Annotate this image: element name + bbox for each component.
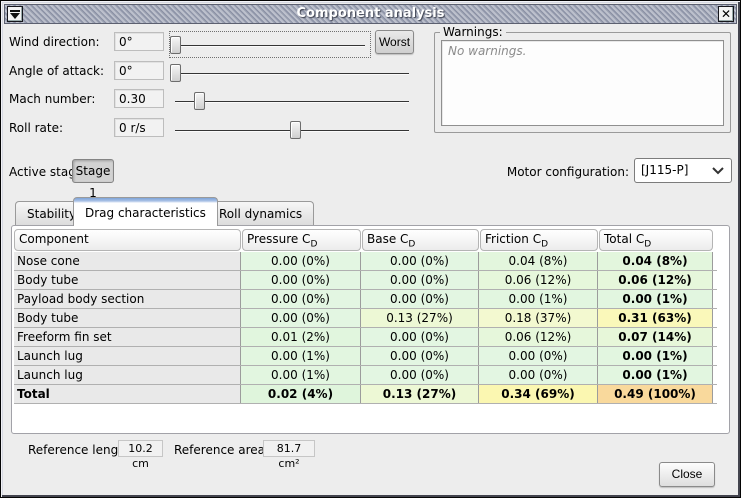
wind-direction-field[interactable]: 0° [114, 32, 164, 51]
base-cell: 0.00 (0%) [361, 328, 479, 346]
mach-number-field[interactable]: 0.30 [114, 89, 164, 108]
pressure-cell: 0.00 (0%) [241, 290, 361, 308]
total-cell: 0.00 (1%) [598, 366, 713, 384]
mach-number-slider[interactable] [170, 88, 414, 115]
tab-roll-dynamics[interactable]: Roll dynamics [207, 201, 314, 226]
component-cell: Freeform fin set [14, 328, 241, 346]
slider-track [175, 45, 365, 46]
base-cell: 0.00 (0%) [361, 271, 479, 289]
table-row: Payload body section 0.00 (0%) 0.00 (0%)… [14, 290, 717, 309]
pressure-cell: 0.02 (4%) [241, 385, 361, 403]
table-row: Body tube 0.00 (0%) 0.13 (27%) 0.18 (37%… [14, 309, 717, 328]
component-cell: Body tube [14, 271, 241, 289]
base-cell: 0.00 (0%) [361, 347, 479, 365]
component-cell: Payload body section [14, 290, 241, 308]
header-friction-cd: Friction CD [480, 229, 598, 251]
friction-cell: 0.00 (0%) [479, 347, 598, 365]
table-row: Body tube 0.00 (0%) 0.00 (0%) 0.06 (12%)… [14, 271, 717, 290]
component-cell: Launch lug [14, 366, 241, 384]
warnings-list: No warnings. [441, 40, 724, 126]
angle-of-attack-label: Angle of attack: [9, 64, 104, 78]
friction-cell: 0.04 (8%) [479, 252, 598, 270]
warnings-title: Warnings: [440, 25, 506, 39]
wind-direction-label: Wind direction: [9, 35, 100, 49]
total-cell: 0.06 (12%) [598, 271, 713, 289]
table-row: Nose cone 0.00 (0%) 0.00 (0%) 0.04 (8%) … [14, 252, 717, 271]
slider-track [175, 101, 409, 102]
table-row: Launch lug 0.00 (1%) 0.00 (0%) 0.00 (0%)… [14, 366, 717, 385]
friction-cell: 0.00 (0%) [479, 366, 598, 384]
pressure-cell: 0.00 (0%) [241, 271, 361, 289]
total-cell: 0.00 (1%) [598, 290, 713, 308]
reference-area-label: Reference area: [174, 443, 269, 457]
stage-1-toggle[interactable]: Stage 1 [72, 159, 114, 183]
motor-configuration-combo[interactable]: [J115-P] [634, 158, 732, 183]
friction-cell: 0.34 (69%) [479, 385, 598, 403]
slider-track [175, 73, 409, 74]
close-button[interactable]: Close [659, 462, 715, 487]
header-total-cd: Total CD [599, 229, 713, 251]
slider-handle[interactable] [170, 64, 181, 82]
pressure-cell: 0.00 (0%) [241, 252, 361, 270]
friction-cell: 0.06 (12%) [479, 271, 598, 289]
table-row: Launch lug 0.00 (1%) 0.00 (0%) 0.00 (0%)… [14, 347, 717, 366]
drag-table: Component Pressure CD Base CD Friction C… [14, 228, 717, 404]
component-cell: Nose cone [14, 252, 241, 270]
window-title: Component analysis [5, 6, 736, 21]
friction-cell: 0.00 (1%) [479, 290, 598, 308]
total-cell: 0.04 (8%) [598, 252, 713, 270]
total-cell: 0.49 (100%) [598, 385, 713, 403]
roll-rate-slider[interactable] [170, 117, 414, 144]
table-row-total: Total 0.02 (4%) 0.13 (27%) 0.34 (69%) 0.… [14, 385, 717, 404]
total-cell: 0.31 (63%) [598, 309, 713, 327]
total-cell: 0.00 (1%) [598, 347, 713, 365]
angle-of-attack-field[interactable]: 0° [114, 61, 164, 80]
close-icon: ✕ [721, 8, 731, 20]
pressure-cell: 0.01 (2%) [241, 328, 361, 346]
slider-handle[interactable] [194, 92, 205, 110]
window-close-button[interactable]: ✕ [718, 6, 734, 22]
base-cell: 0.00 (0%) [361, 252, 479, 270]
reference-length-value: 10.2 cm [118, 440, 163, 457]
titlebar[interactable]: Component analysis ✕ [4, 4, 737, 24]
table-row: Freeform fin set 0.01 (2%) 0.00 (0%) 0.0… [14, 328, 717, 347]
friction-cell: 0.06 (12%) [479, 328, 598, 346]
mach-number-label: Mach number: [9, 92, 95, 106]
base-cell: 0.13 (27%) [361, 309, 479, 327]
tab-drag-characteristics[interactable]: Drag characteristics [73, 197, 218, 226]
chevron-down-icon [708, 162, 728, 179]
combo-selected-value: [J115-P] [641, 163, 688, 177]
pressure-cell: 0.00 (0%) [241, 309, 361, 327]
component-cell: Launch lug [14, 347, 241, 365]
header-pressure-cd: Pressure CD [242, 229, 361, 251]
roll-rate-label: Roll rate: [9, 121, 63, 135]
angle-of-attack-slider[interactable] [170, 60, 414, 87]
warnings-group: Warnings: No warnings. [434, 32, 731, 133]
drag-characteristics-panel: Component Pressure CD Base CD Friction C… [11, 225, 730, 434]
table-header-row: Component Pressure CD Base CD Friction C… [14, 228, 717, 252]
component-analysis-dialog: Component analysis ✕ Wind direction: 0° … [0, 0, 741, 498]
reference-area-value: 81.7 cm² [263, 440, 315, 457]
base-cell: 0.00 (0%) [361, 366, 479, 384]
total-cell: 0.07 (14%) [598, 328, 713, 346]
friction-cell: 0.18 (37%) [479, 309, 598, 327]
wind-direction-slider[interactable] [169, 31, 371, 58]
roll-rate-field[interactable]: 0 r/s [114, 118, 164, 137]
header-component: Component [14, 229, 241, 251]
component-cell: Total [14, 385, 241, 403]
header-base-cd: Base CD [362, 229, 479, 251]
component-cell: Body tube [14, 309, 241, 327]
warnings-empty-text: No warnings. [448, 44, 717, 58]
pressure-cell: 0.00 (1%) [241, 366, 361, 384]
pressure-cell: 0.00 (1%) [241, 347, 361, 365]
slider-handle[interactable] [170, 36, 181, 54]
worst-button[interactable]: Worst [375, 30, 414, 54]
motor-configuration-label: Motor configuration: [449, 165, 629, 179]
base-cell: 0.00 (0%) [361, 290, 479, 308]
slider-handle[interactable] [290, 121, 301, 139]
base-cell: 0.13 (27%) [361, 385, 479, 403]
